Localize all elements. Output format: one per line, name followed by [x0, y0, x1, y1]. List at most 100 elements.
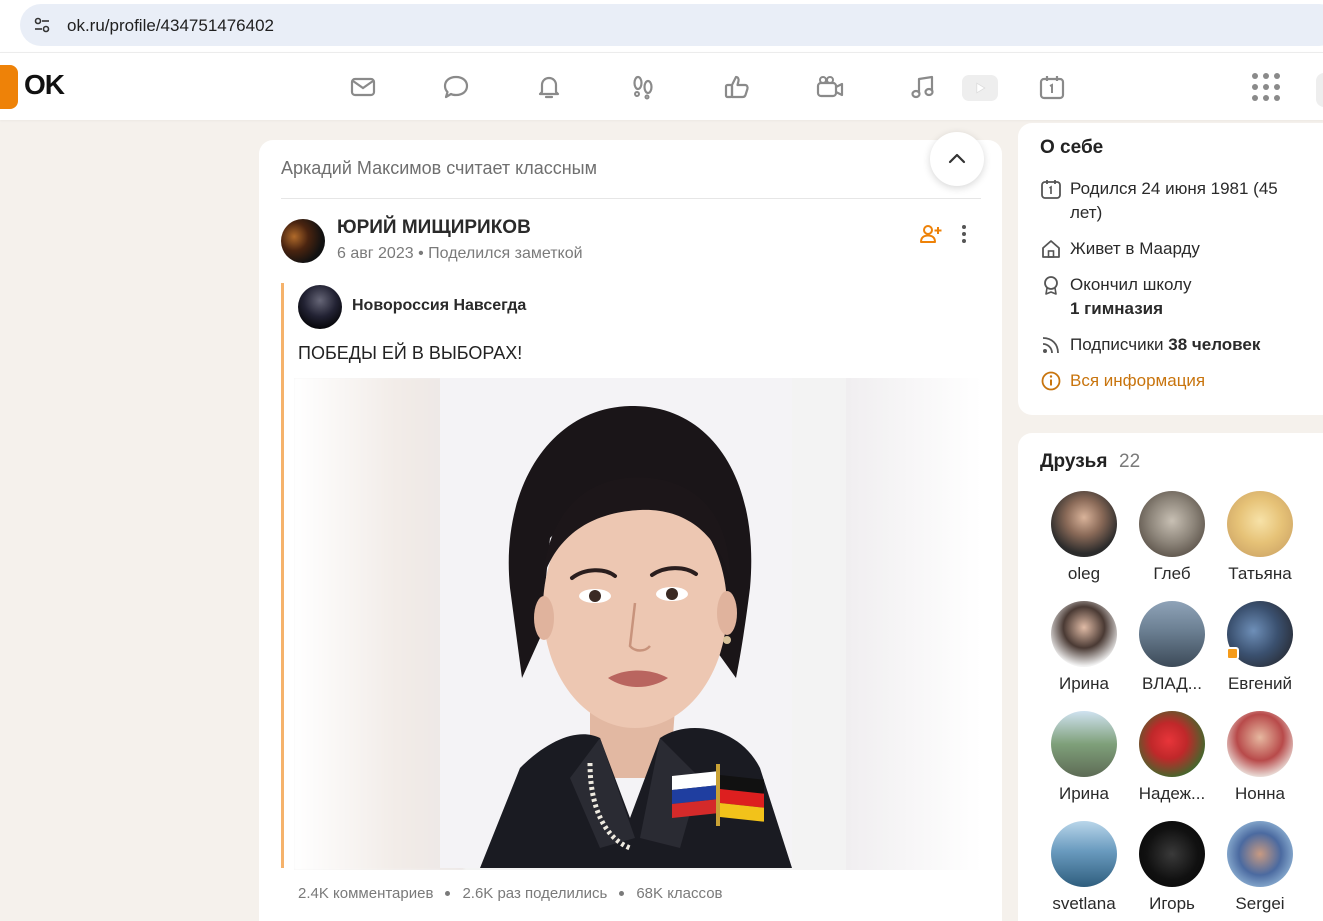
shares-count[interactable]: 2.6K раз поделились — [462, 885, 607, 902]
school-icon — [1044, 276, 1058, 295]
play-icon[interactable] — [962, 75, 998, 101]
friend-item[interactable]: Глеб — [1128, 491, 1216, 584]
friend-avatar[interactable] — [1227, 491, 1293, 557]
stats-dot — [619, 891, 625, 896]
friends-card: Друзья 22 oleg Глеб Татьяна Ирина ВЛАД..… — [1018, 433, 1323, 921]
post-date[interactable]: 6 авг 2023 — [337, 245, 414, 262]
online-status-icon — [1226, 647, 1239, 660]
browser-toolbar: ok.ru/profile/434751476402 — [0, 0, 1323, 52]
bell-icon[interactable] — [533, 71, 565, 103]
about-card: О себе Родился 24 июня 1981 (45 лет) Жив… — [1018, 123, 1323, 415]
stats-dot — [445, 891, 451, 896]
friend-item[interactable]: Sergei — [1216, 821, 1304, 914]
home-icon — [1042, 240, 1060, 258]
portrait-photo — [440, 378, 792, 868]
calendar-icon[interactable] — [1036, 71, 1068, 103]
footprints-icon[interactable] — [627, 71, 659, 103]
friend-item[interactable]: Евгений — [1216, 601, 1304, 694]
friend-avatar[interactable] — [1051, 601, 1117, 667]
friend-name[interactable]: Надеж... — [1128, 784, 1216, 804]
chat-icon[interactable] — [440, 71, 472, 103]
about-school: Окончил школу 1 гимназия — [1040, 273, 1310, 321]
friend-avatar[interactable] — [1139, 601, 1205, 667]
photo-blur-right — [846, 378, 982, 870]
all-info-text[interactable]: Вся информация — [1070, 369, 1205, 393]
subscribers-count[interactable]: 38 человек — [1168, 335, 1260, 354]
likes-count[interactable]: 68K классов — [636, 885, 722, 902]
friend-item[interactable]: Игорь — [1128, 821, 1216, 914]
friend-name[interactable]: Нонна — [1216, 784, 1304, 804]
author-avatar[interactable] — [281, 219, 325, 263]
friend-avatar[interactable] — [1051, 711, 1117, 777]
ok-logo-icon[interactable] — [0, 65, 18, 109]
ok-logo-text[interactable]: OK — [24, 69, 65, 101]
address-bar[interactable]: ok.ru/profile/434751476402 — [20, 4, 1323, 46]
meta-separator: • — [418, 245, 424, 262]
friend-name[interactable]: svetlana — [1040, 894, 1128, 914]
school-prefix: Окончил школу — [1070, 275, 1192, 294]
friend-avatar[interactable] — [1051, 491, 1117, 557]
friend-name[interactable]: Ирина — [1040, 674, 1128, 694]
calendar-icon — [1041, 180, 1061, 199]
about-title: О себе — [1040, 137, 1104, 158]
friend-item[interactable]: Ирина — [1040, 711, 1128, 804]
like-icon[interactable] — [721, 71, 753, 103]
friend-item[interactable]: Ирина — [1040, 601, 1128, 694]
friend-name[interactable]: Ирина — [1040, 784, 1128, 804]
subscribers-prefix: Подписчики — [1070, 335, 1169, 354]
video-camera-icon[interactable] — [814, 71, 846, 103]
friend-item[interactable]: Надеж... — [1128, 711, 1216, 804]
info-icon — [1041, 371, 1061, 391]
apps-grid-icon[interactable] — [1252, 73, 1280, 101]
nav-overflow-edge — [1316, 73, 1323, 107]
friend-avatar[interactable] — [1139, 711, 1205, 777]
friend-item[interactable]: oleg — [1040, 491, 1128, 584]
post-text: ПОБЕДЫ ЕЙ В ВЫБОРАХ! — [298, 343, 523, 363]
more-options-icon[interactable] — [956, 222, 972, 246]
location-city[interactable]: Маарду — [1139, 239, 1200, 258]
site-settings-icon[interactable] — [32, 15, 52, 35]
add-friend-icon[interactable] — [919, 222, 943, 246]
birthday-text: Родился 24 июня 1981 (45 лет) — [1070, 179, 1278, 222]
feed-post-card: Аркадий Максимов считает классным ЮРИЙ М… — [259, 132, 1002, 921]
comments-count[interactable]: 2.4K комментариев — [298, 885, 433, 902]
divider — [281, 198, 981, 199]
all-info-link[interactable]: Вся информация — [1040, 369, 1310, 393]
friend-name[interactable]: Глеб — [1128, 564, 1216, 584]
friend-item[interactable]: Татьяна — [1216, 491, 1304, 584]
about-birthday: Родился 24 июня 1981 (45 лет) — [1040, 177, 1310, 225]
post-meta: 6 авг 2023 • Поделился заметкой — [337, 245, 583, 263]
about-subscribers: Подписчики 38 человек — [1040, 333, 1310, 357]
post-photo[interactable] — [294, 378, 982, 870]
chevron-up-icon — [948, 153, 966, 164]
friend-avatar[interactable] — [1227, 821, 1293, 887]
author-name[interactable]: ЮРИЙ МИЩИРИКОВ — [337, 217, 531, 239]
group-avatar[interactable] — [298, 285, 342, 329]
friend-avatar[interactable] — [1051, 821, 1117, 887]
about-location: Живет в Маарду — [1040, 237, 1310, 261]
friend-avatar[interactable] — [1139, 821, 1205, 887]
collapse-button[interactable] — [930, 132, 984, 186]
top-navigation: OK — [0, 52, 1323, 120]
friend-item[interactable]: ВЛАД... — [1128, 601, 1216, 694]
friend-item[interactable]: svetlana — [1040, 821, 1128, 914]
photo-blur-left — [294, 378, 464, 870]
friend-name[interactable]: Игорь — [1128, 894, 1216, 914]
friend-avatar[interactable] — [1227, 711, 1293, 777]
location-prefix: Живет в — [1070, 239, 1140, 258]
friend-name[interactable]: oleg — [1040, 564, 1128, 584]
friend-item[interactable]: Нонна — [1216, 711, 1304, 804]
music-icon[interactable] — [907, 71, 939, 103]
friends-title[interactable]: Друзья — [1040, 451, 1107, 473]
friend-avatar[interactable] — [1139, 491, 1205, 557]
friend-name[interactable]: Евгений — [1216, 674, 1304, 694]
friend-name[interactable]: Sergei — [1216, 894, 1304, 914]
friends-count: 22 — [1119, 451, 1141, 472]
group-name[interactable]: Новороссия Навсегда — [352, 297, 526, 315]
liked-by-text[interactable]: Аркадий Максимов считает классным — [281, 158, 597, 179]
friend-name[interactable]: Татьяна — [1216, 564, 1304, 584]
friend-name[interactable]: ВЛАД... — [1128, 674, 1216, 694]
school-name[interactable]: 1 гимназия — [1070, 299, 1163, 318]
url-text[interactable]: ok.ru/profile/434751476402 — [67, 16, 274, 36]
mail-icon[interactable] — [347, 71, 379, 103]
